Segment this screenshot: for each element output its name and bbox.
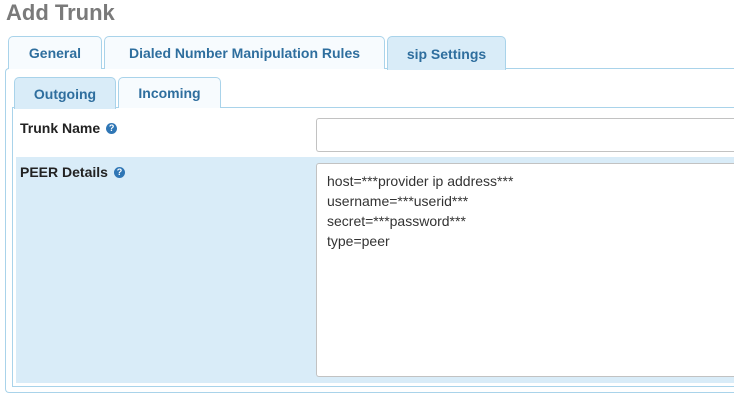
trunk-name-label: Trunk Name ? — [20, 120, 118, 136]
question-circle-icon[interactable]: ? — [106, 122, 118, 134]
page-title: Add Trunk — [6, 0, 115, 25]
question-circle-icon[interactable]: ? — [113, 166, 125, 178]
tab-dialed-number-manipulation-rules[interactable]: Dialed Number Manipulation Rules — [104, 36, 385, 69]
tab-general[interactable]: General — [8, 36, 102, 69]
peer-details-textarea[interactable]: host=***provider ip address*** username=… — [316, 163, 734, 377]
tab-sip-settings[interactable]: sip Settings — [387, 36, 506, 70]
peer-details-label: PEER Details ? — [20, 164, 125, 180]
tab-incoming[interactable]: Incoming — [118, 77, 221, 108]
trunk-name-label-text: Trunk Name — [20, 120, 101, 136]
trunk-name-input[interactable] — [316, 118, 734, 152]
tab-outgoing[interactable]: Outgoing — [14, 77, 116, 109]
peer-details-label-text: PEER Details — [20, 164, 108, 180]
